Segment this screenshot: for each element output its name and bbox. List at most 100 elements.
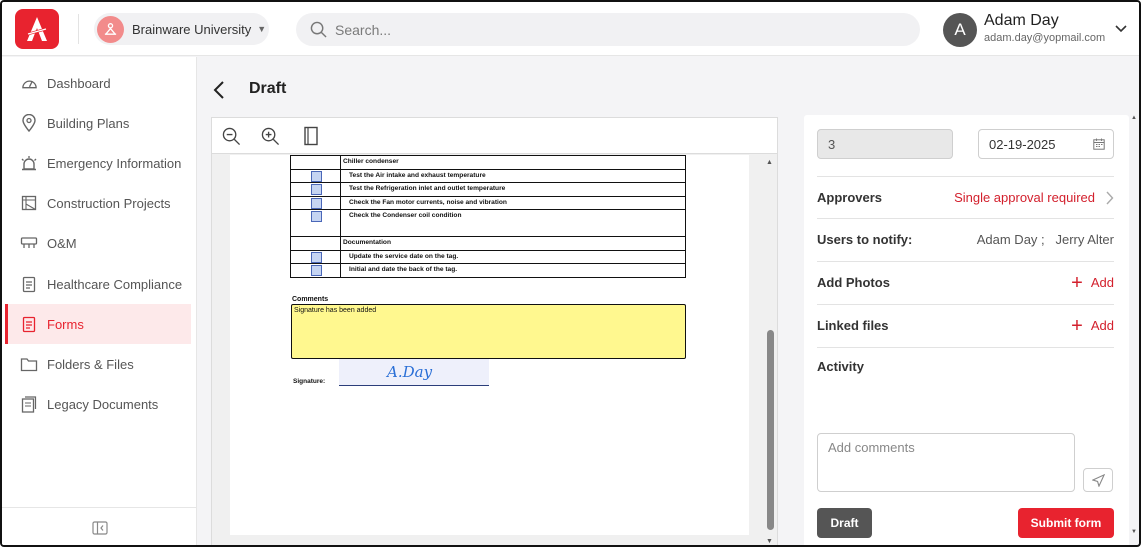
collapse-sidebar-icon bbox=[91, 520, 108, 535]
fit-page-button[interactable] bbox=[300, 125, 322, 147]
sidebar-item-forms[interactable]: Forms bbox=[5, 304, 191, 344]
zoom-out-button[interactable] bbox=[220, 125, 242, 147]
sidebar-item-dashboard[interactable]: Dashboard bbox=[5, 63, 191, 103]
sidebar-item-label: Dashboard bbox=[47, 75, 111, 91]
form-icon bbox=[20, 315, 38, 333]
table-row: Update the service date on the tag. bbox=[291, 249, 685, 263]
chevron-right-icon bbox=[1106, 191, 1114, 204]
user-menu-chevron-icon[interactable] bbox=[1115, 20, 1127, 38]
table-row: Chiller condenser bbox=[291, 155, 685, 169]
crane-icon bbox=[20, 194, 38, 212]
scrollbar-thumb[interactable] bbox=[767, 330, 774, 530]
panel-scrollbar[interactable]: ▲ ▼ bbox=[1131, 115, 1137, 535]
table-row: Check the Fan motor currents, noise and … bbox=[291, 195, 685, 209]
location-pin-icon bbox=[20, 114, 38, 132]
avatar[interactable]: A bbox=[943, 13, 977, 47]
sidebar-collapse-button[interactable] bbox=[2, 507, 197, 545]
calendar-icon[interactable] bbox=[1093, 138, 1105, 153]
organization-icon bbox=[97, 15, 124, 43]
task-text: Test the Refrigeration inlet and outlet … bbox=[349, 185, 506, 192]
submit-form-button[interactable]: Submit form bbox=[1018, 508, 1114, 538]
task-checkbox[interactable] bbox=[311, 211, 322, 222]
sidebar-item-emergency-information[interactable]: Emergency Information bbox=[5, 143, 191, 183]
activity-label: Activity bbox=[817, 359, 864, 374]
table-row: Test the Air intake and exhaust temperat… bbox=[291, 168, 685, 182]
users-to-notify-row[interactable]: Users to notify: Adam Day ; Jerry Alter bbox=[817, 218, 1114, 260]
task-text: Check the Fan motor currents, noise and … bbox=[349, 198, 507, 206]
approvers-value: Single approval required bbox=[954, 190, 1095, 205]
sidebar-item-label: Legacy Documents bbox=[47, 396, 159, 412]
date-value: 02-19-2025 bbox=[989, 137, 1056, 152]
back-button[interactable] bbox=[212, 80, 226, 105]
app-logo[interactable] bbox=[15, 9, 59, 49]
scroll-down-icon[interactable]: ▼ bbox=[766, 538, 773, 545]
signature-graphic: A.Day bbox=[385, 363, 433, 381]
comments-label: Comments bbox=[292, 296, 329, 303]
sidebar-item-label: Construction Projects bbox=[47, 195, 171, 211]
approvers-label: Approvers bbox=[817, 190, 883, 205]
signature-label: Signature: bbox=[293, 378, 326, 385]
zoom-out-icon bbox=[222, 127, 240, 145]
comment-input[interactable] bbox=[828, 440, 1064, 485]
scroll-up-icon[interactable]: ▲ bbox=[1131, 115, 1137, 121]
add-photos-row: Add Photos + Add bbox=[817, 261, 1114, 303]
search-input[interactable] bbox=[335, 21, 895, 38]
section-heading: Chiller condenser bbox=[343, 158, 399, 165]
organization-name: Brainware University bbox=[132, 21, 252, 37]
linked-files-row: Linked files + Add bbox=[817, 304, 1114, 346]
notify-label: Users to notify: bbox=[817, 232, 913, 247]
organization-selector[interactable]: Brainware University ▼ bbox=[94, 13, 269, 45]
clipboard-icon bbox=[20, 275, 38, 293]
plus-icon: + bbox=[1071, 314, 1083, 337]
zoom-in-button[interactable] bbox=[259, 125, 281, 147]
viewer-scrollbar[interactable]: ▲ ▼ bbox=[764, 155, 777, 545]
table-row: Initial and date the back of the tag. bbox=[291, 263, 685, 277]
task-text: Update the service date on the tag. bbox=[349, 252, 459, 260]
user-email: adam.day@yopmail.com bbox=[984, 32, 1106, 44]
task-text: Check the Condenser coil condition bbox=[349, 212, 462, 219]
folder-icon bbox=[20, 355, 38, 373]
documents-icon bbox=[20, 395, 38, 413]
document-viewer: Chiller condenser Test the Air intake an… bbox=[211, 117, 778, 545]
comment-box bbox=[817, 433, 1075, 492]
task-checkbox[interactable] bbox=[311, 197, 322, 209]
signature-field[interactable]: A.Day bbox=[339, 359, 489, 386]
task-checkbox[interactable] bbox=[311, 184, 322, 195]
send-comment-button[interactable] bbox=[1083, 468, 1113, 492]
linked-files-label: Linked files bbox=[817, 318, 889, 333]
save-draft-button[interactable]: Draft bbox=[817, 508, 872, 538]
signature-text: A.Day bbox=[385, 363, 433, 381]
task-checkbox[interactable] bbox=[311, 251, 322, 263]
sidebar-item-building-plans[interactable]: Building Plans bbox=[5, 103, 191, 143]
sidebar-item-construction-projects[interactable]: Construction Projects bbox=[5, 183, 191, 223]
logo-icon bbox=[27, 17, 47, 41]
comments-field[interactable]: Signature has been added bbox=[291, 304, 686, 359]
table-row: Documentation bbox=[291, 236, 685, 250]
task-checkbox[interactable] bbox=[311, 170, 322, 182]
scroll-down-icon[interactable]: ▼ bbox=[1131, 529, 1137, 535]
equipment-icon bbox=[20, 234, 38, 252]
search-bar bbox=[296, 13, 920, 46]
document-page: Chiller condenser Test the Air intake an… bbox=[230, 155, 749, 535]
sidebar-item-om[interactable]: O&M bbox=[5, 223, 191, 263]
sidebar-item-legacy-documents[interactable]: Legacy Documents bbox=[5, 384, 191, 424]
sidebar-item-healthcare-compliance[interactable]: Healthcare Compliance bbox=[5, 264, 191, 304]
date-field[interactable]: 02-19-2025 bbox=[978, 129, 1114, 159]
sidebar-item-folders-files[interactable]: Folders & Files bbox=[5, 344, 191, 384]
viewer-toolbar bbox=[212, 118, 777, 154]
task-checkbox[interactable] bbox=[311, 265, 322, 276]
page-title: Draft bbox=[249, 80, 287, 97]
add-linked-files-button[interactable]: + Add bbox=[1071, 316, 1114, 336]
zoom-in-icon bbox=[261, 127, 279, 145]
page-fit-icon bbox=[304, 126, 318, 146]
scroll-up-icon[interactable]: ▲ bbox=[766, 159, 773, 166]
top-bar: Brainware University ▼ A Adam Day adam.d… bbox=[2, 2, 1139, 56]
checklist-table: Chiller condenser Test the Air intake an… bbox=[290, 155, 686, 278]
siren-icon bbox=[20, 154, 38, 172]
chevron-left-icon bbox=[213, 81, 224, 99]
table-row: Check the Condenser coil condition bbox=[291, 209, 685, 236]
sidebar-item-label: Emergency Information bbox=[47, 155, 182, 171]
add-photos-button[interactable]: + Add bbox=[1071, 273, 1114, 293]
add-label: Add bbox=[1090, 318, 1114, 333]
approvers-row[interactable]: Approvers Single approval required bbox=[817, 176, 1114, 218]
